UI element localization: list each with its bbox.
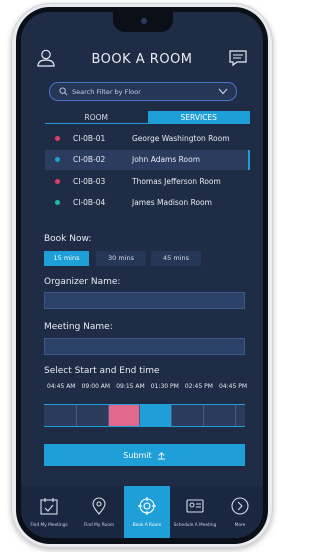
selected-time-slot[interactable]	[140, 405, 172, 426]
upload-icon	[157, 451, 165, 460]
id-card-icon	[186, 499, 204, 513]
notch	[113, 12, 173, 32]
status-dot	[55, 178, 60, 184]
search-icon	[59, 87, 68, 96]
room-code: CI-0B-04	[73, 198, 106, 207]
map-pin-icon	[92, 497, 106, 515]
nav-schedule-a-meeting[interactable]: Schedule A Meeting	[172, 486, 218, 538]
meeting-label: Meeting Name:	[44, 322, 113, 332]
nav-label: Find My Room	[83, 523, 115, 528]
chevron-right-circle-icon	[231, 497, 249, 515]
calendar-check-icon	[40, 498, 58, 515]
bottom-navigation: Find My Meetings Find My Room Book A Roo…	[21, 486, 263, 538]
selection-bar	[248, 149, 250, 170]
chat-icon[interactable]	[228, 48, 248, 68]
organizer-field[interactable]	[44, 292, 245, 309]
room-list: CI-0B-01 George Washington Room CI-0B-02…	[45, 128, 250, 214]
room-row[interactable]: CI-0B-01 George Washington Room	[45, 128, 250, 148]
book-now-label: Book Now:	[44, 234, 92, 244]
tab-room[interactable]: ROOM	[45, 111, 148, 124]
meeting-name-field[interactable]	[44, 338, 245, 355]
room-row-selected[interactable]: CI-0B-02 John Adams Room	[45, 149, 250, 170]
time-slot[interactable]	[204, 405, 236, 426]
camera-icon	[141, 18, 147, 24]
time-label: 01:30 PM	[150, 383, 179, 390]
submit-label: Submit	[123, 450, 152, 460]
schedule-label: Select Start and End time	[44, 366, 160, 376]
tab-services[interactable]: SERVICES	[147, 111, 250, 124]
time-label: 04:45 PM	[219, 383, 247, 390]
nav-label: More	[234, 523, 246, 528]
nav-label: Find My Meetings	[30, 523, 68, 528]
time-slot[interactable]	[236, 405, 245, 426]
time-label: 04:45 AM	[47, 383, 76, 390]
room-code: CI-0B-03	[73, 176, 106, 186]
submit-button[interactable]: Submit	[44, 444, 245, 466]
room-name: George Washington Room	[132, 133, 230, 143]
time-slot[interactable]	[44, 405, 77, 426]
room-name: John Adams Room	[132, 155, 201, 164]
nav-find-my-room[interactable]: Find My Room	[76, 486, 122, 538]
room-name: James Madison Room	[132, 198, 212, 207]
room-code: CI-0B-01	[73, 133, 106, 143]
room-name: Thomas Jefferson Room	[132, 176, 221, 186]
tab-bar: ROOM SERVICES	[45, 111, 250, 124]
organizer-label: Organizer Name:	[44, 277, 121, 287]
status-dot	[55, 200, 60, 205]
status-dot	[55, 135, 60, 141]
target-icon	[138, 497, 156, 515]
nav-find-my-meetings[interactable]: Find My Meetings	[26, 486, 72, 538]
chevron-down-icon[interactable]	[218, 88, 228, 95]
nav-book-a-room[interactable]: Book A Room	[124, 486, 170, 538]
time-labels: 04:45 AM 09:00 AM 09:15 AM 01:30 PM 02:4…	[47, 383, 247, 390]
time-slot-picker[interactable]	[44, 404, 245, 427]
app-header: BOOK A ROOM	[21, 40, 263, 78]
nav-label: Schedule A Meeting	[173, 523, 217, 528]
booked-time-slot	[109, 405, 140, 426]
nav-more[interactable]: More	[217, 486, 263, 538]
app-screen: BOOK A ROOM ROOM SERVICES CI-0B-01 Georg…	[21, 12, 263, 538]
time-slot[interactable]	[172, 405, 204, 426]
search-input[interactable]	[50, 87, 222, 96]
status-dot	[55, 157, 60, 162]
time-slot[interactable]	[77, 405, 109, 426]
duration-30-button[interactable]: 30 mins	[96, 251, 146, 266]
room-row[interactable]: CI-0B-04 James Madison Room	[45, 193, 250, 213]
page-title: BOOK A ROOM	[91, 51, 193, 67]
user-icon[interactable]	[36, 48, 56, 68]
duration-45-button[interactable]: 45 mins	[151, 251, 201, 266]
search-filter[interactable]	[49, 82, 237, 101]
room-code: CI-0B-02	[73, 155, 106, 164]
duration-15-button[interactable]: 15 mins	[44, 251, 89, 266]
time-label: 02:45 PM	[184, 383, 213, 390]
nav-label: Book A Room	[132, 523, 162, 528]
time-label: 09:15 AM	[116, 383, 145, 390]
time-label: 09:00 AM	[81, 383, 111, 390]
room-row[interactable]: CI-0B-03 Thomas Jefferson Room	[45, 171, 250, 191]
